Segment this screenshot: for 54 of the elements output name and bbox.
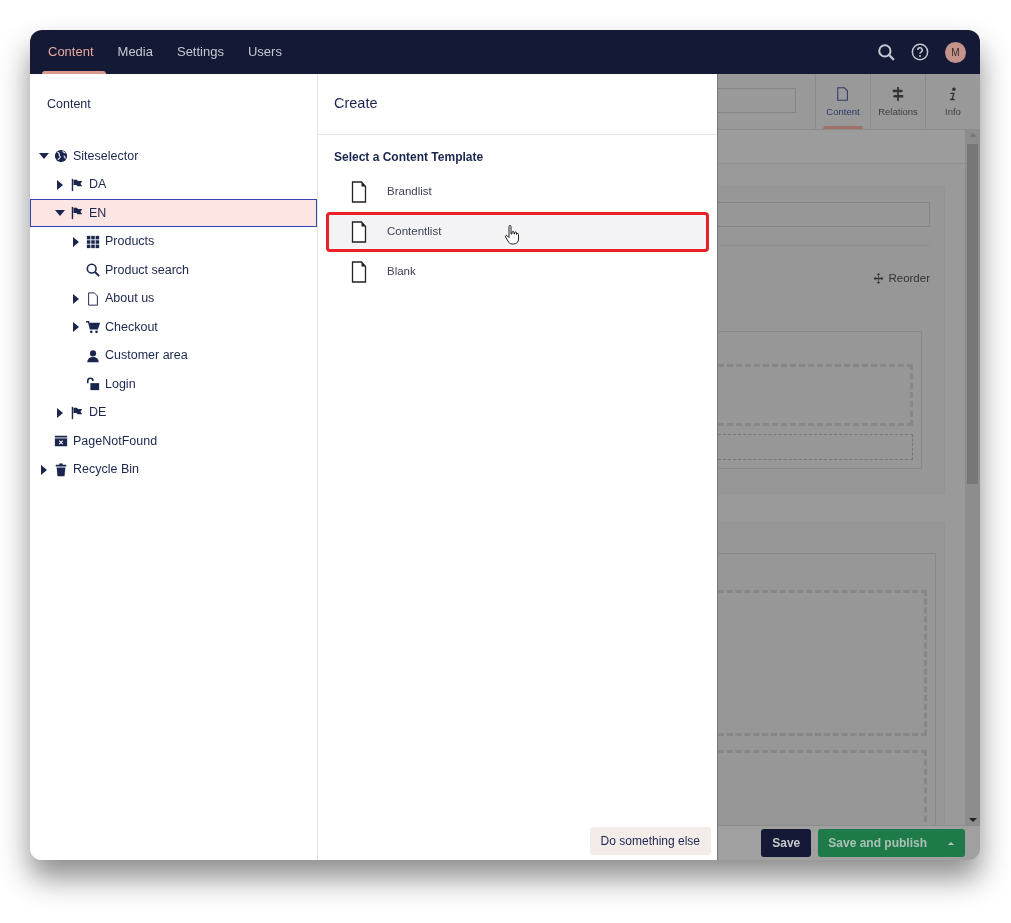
tree-item[interactable]: Customer area xyxy=(30,341,317,370)
document-icon xyxy=(351,260,367,283)
document-icon xyxy=(351,180,367,203)
save-button[interactable]: Save xyxy=(761,829,812,857)
tree-item[interactable]: Siteselector xyxy=(30,141,317,171)
tree-item[interactable]: Products xyxy=(30,227,317,256)
input-field[interactable] xyxy=(718,202,930,227)
editor-tab[interactable]: Relations xyxy=(870,74,925,129)
flag-icon xyxy=(70,177,84,192)
template-option[interactable]: Brandlist xyxy=(326,171,709,212)
document-icon xyxy=(836,86,850,103)
editor-tab[interactable]: Info xyxy=(925,74,980,129)
nav-tab[interactable]: Media xyxy=(105,30,165,74)
reorder-button[interactable]: Reorder xyxy=(873,270,930,288)
trash-icon xyxy=(54,462,68,477)
secondary-button[interactable]: Do something else xyxy=(589,827,711,855)
scrollbar[interactable] xyxy=(965,130,980,825)
grid-icon xyxy=(86,234,100,249)
tree-item[interactable]: DE xyxy=(30,398,317,427)
globe-icon xyxy=(54,149,68,163)
padlock-icon xyxy=(86,377,100,391)
user-avatar[interactable]: M xyxy=(945,41,966,63)
flag-icon xyxy=(70,206,84,220)
panel-title: Create xyxy=(318,74,717,135)
input-field[interactable] xyxy=(718,88,796,113)
help-icon[interactable] xyxy=(911,43,929,61)
person-icon xyxy=(86,348,100,363)
editor-tab[interactable]: Content xyxy=(815,74,870,129)
error-window-icon xyxy=(54,434,68,448)
caret-up-icon[interactable] xyxy=(947,839,955,847)
search-icon xyxy=(86,263,100,277)
nav-tab[interactable]: Users xyxy=(235,30,294,74)
document-icon xyxy=(86,291,100,306)
tree-item[interactable]: DA xyxy=(30,170,317,199)
tree-item[interactable]: Login xyxy=(30,369,317,399)
tree-item[interactable]: About us xyxy=(30,284,317,313)
section-heading: Select a Content Template xyxy=(333,148,485,166)
panel-title: Content xyxy=(46,96,92,113)
tree-item[interactable]: Recycle Bin xyxy=(30,455,317,484)
template-option[interactable]: Blank xyxy=(326,251,709,292)
cart-icon xyxy=(86,320,100,334)
nav-tab[interactable]: Settings xyxy=(164,30,236,74)
tree-item[interactable]: EN xyxy=(30,198,317,228)
move-arrows-icon xyxy=(873,273,885,285)
tree-item[interactable]: Checkout xyxy=(30,312,317,342)
signpost-icon xyxy=(891,86,905,103)
search-icon[interactable] xyxy=(877,43,895,61)
flag-icon xyxy=(70,405,84,420)
tree-item[interactable]: Product search xyxy=(30,255,317,285)
hand-cursor-icon xyxy=(504,225,520,245)
tree-item[interactable]: PageNotFound xyxy=(30,426,317,456)
nav-tab[interactable]: Content xyxy=(36,30,106,74)
document-icon xyxy=(351,220,367,243)
template-option[interactable]: Contentlist xyxy=(326,211,709,252)
